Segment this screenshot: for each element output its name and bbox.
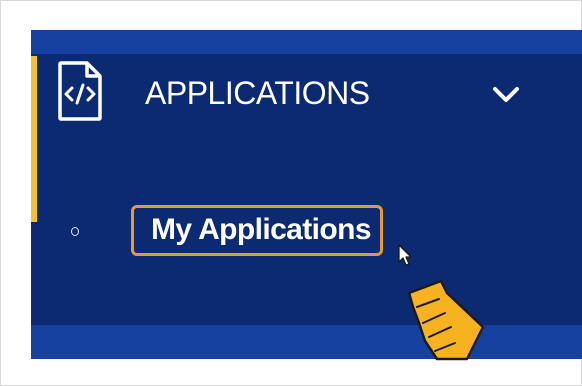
chevron-down-icon[interactable] [491,85,521,105]
screenshot-frame: APPLICATIONS My Applications [0,0,582,386]
mouse-cursor-icon [398,244,412,266]
hand-pointer-icon [407,279,485,361]
sidebar-top-strip [31,30,582,54]
circle-bullet-icon [71,227,79,236]
sidebar-section-label: APPLICATIONS [145,75,370,111]
code-file-icon [58,61,102,121]
sidebar-bottom-strip [31,325,582,359]
my-applications-label: My Applications [151,213,372,246]
